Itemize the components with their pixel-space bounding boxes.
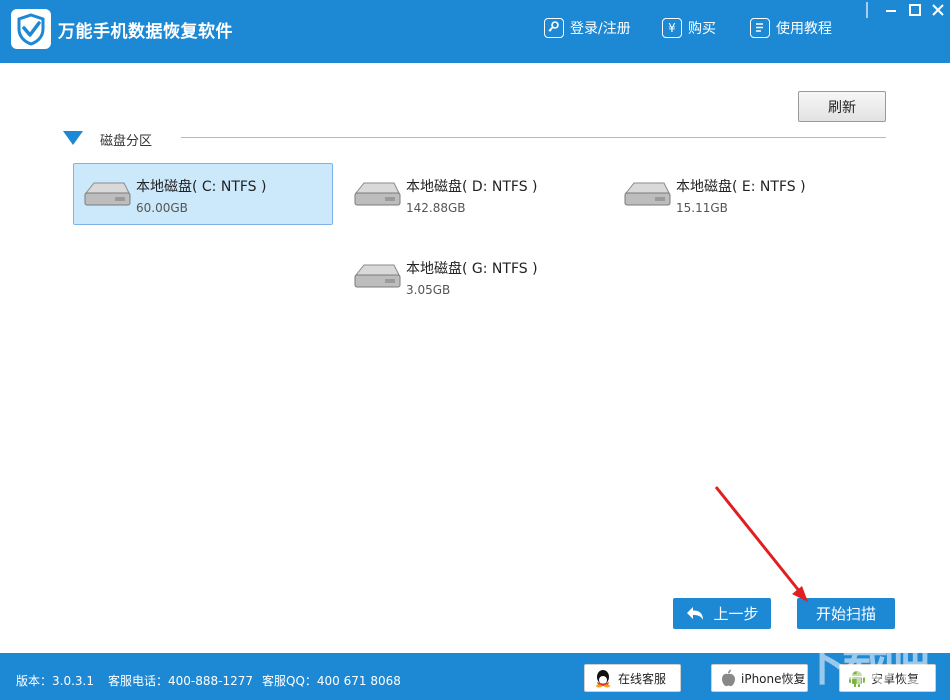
minimize-icon xyxy=(878,0,904,22)
close-icon xyxy=(926,0,950,22)
disk-size: 60.00GB xyxy=(136,201,188,215)
menu-icon xyxy=(854,0,880,22)
tutorial-link[interactable]: 使用教程 xyxy=(750,17,832,39)
android-icon xyxy=(848,668,866,688)
login-register-link[interactable]: 登录/注册 xyxy=(544,17,631,39)
disk-name: 本地磁盘( E: NTFS ) xyxy=(676,176,806,196)
yen-glyph: ¥ xyxy=(668,21,676,35)
previous-step-button[interactable]: 上一步 xyxy=(673,598,771,629)
minimize-button[interactable] xyxy=(878,0,904,22)
yen-icon: ¥ xyxy=(662,18,682,38)
disk-item-g[interactable]: 本地磁盘( G: NTFS ) 3.05GB xyxy=(343,245,603,307)
menu-button[interactable] xyxy=(854,0,880,22)
apple-icon xyxy=(720,668,736,688)
iphone-recovery-label: iPhone恢复 xyxy=(741,670,806,687)
close-button[interactable] xyxy=(926,0,950,22)
online-service-label: 在线客服 xyxy=(618,670,666,687)
hard-drive-icon xyxy=(622,179,672,209)
hard-drive-icon xyxy=(82,179,132,209)
hard-drive-icon xyxy=(352,179,402,209)
login-register-label: 登录/注册 xyxy=(570,18,631,38)
app-logo-icon xyxy=(11,9,51,49)
android-recovery-label: 安卓恢复 xyxy=(871,670,919,687)
title-bar: 万能手机数据恢复软件 登录/注册 ¥ 购买 使用教程 xyxy=(0,0,950,63)
maximize-button[interactable] xyxy=(902,0,928,22)
disk-partition-header: 磁盘分区 xyxy=(63,129,886,149)
previous-step-label: 上一步 xyxy=(713,603,758,624)
online-service-button[interactable]: 在线客服 xyxy=(584,664,681,692)
maximize-icon xyxy=(902,0,928,22)
section-title: 磁盘分区 xyxy=(100,130,152,149)
key-icon xyxy=(544,18,564,38)
refresh-button[interactable]: 刷新 xyxy=(798,91,886,122)
tutorial-label: 使用教程 xyxy=(776,18,832,38)
disk-item-c[interactable]: 本地磁盘( C: NTFS ) 60.00GB xyxy=(73,163,333,225)
buy-label: 购买 xyxy=(688,18,716,38)
disk-size: 15.11GB xyxy=(676,201,728,215)
buy-link[interactable]: ¥ 购买 xyxy=(662,17,716,39)
hard-drive-icon xyxy=(352,261,402,291)
book-icon xyxy=(750,18,770,38)
version-text: 版本：3.0.3.1 xyxy=(16,672,94,689)
back-arrow-icon xyxy=(685,606,705,622)
app-title: 万能手机数据恢复软件 xyxy=(58,17,233,42)
disk-size: 3.05GB xyxy=(406,283,450,297)
collapse-triangle-icon[interactable] xyxy=(63,131,83,145)
qq-text: 客服QQ：400 671 8068 xyxy=(262,672,401,689)
android-recovery-button[interactable]: 安卓恢复 xyxy=(839,664,936,692)
iphone-recovery-button[interactable]: iPhone恢复 xyxy=(711,664,808,692)
disk-name: 本地磁盘( G: NTFS ) xyxy=(406,258,538,278)
section-divider xyxy=(181,137,886,138)
disk-item-d[interactable]: 本地磁盘( D: NTFS ) 142.88GB xyxy=(343,163,603,225)
qq-penguin-icon xyxy=(593,668,613,688)
start-scan-button[interactable]: 开始扫描 xyxy=(797,598,895,629)
disk-name: 本地磁盘( C: NTFS ) xyxy=(136,176,266,196)
phone-text: 客服电话：400-888-1277 xyxy=(108,672,253,689)
disk-item-e[interactable]: 本地磁盘( E: NTFS ) 15.11GB xyxy=(613,163,873,225)
disk-size: 142.88GB xyxy=(406,201,466,215)
disk-name: 本地磁盘( D: NTFS ) xyxy=(406,176,538,196)
